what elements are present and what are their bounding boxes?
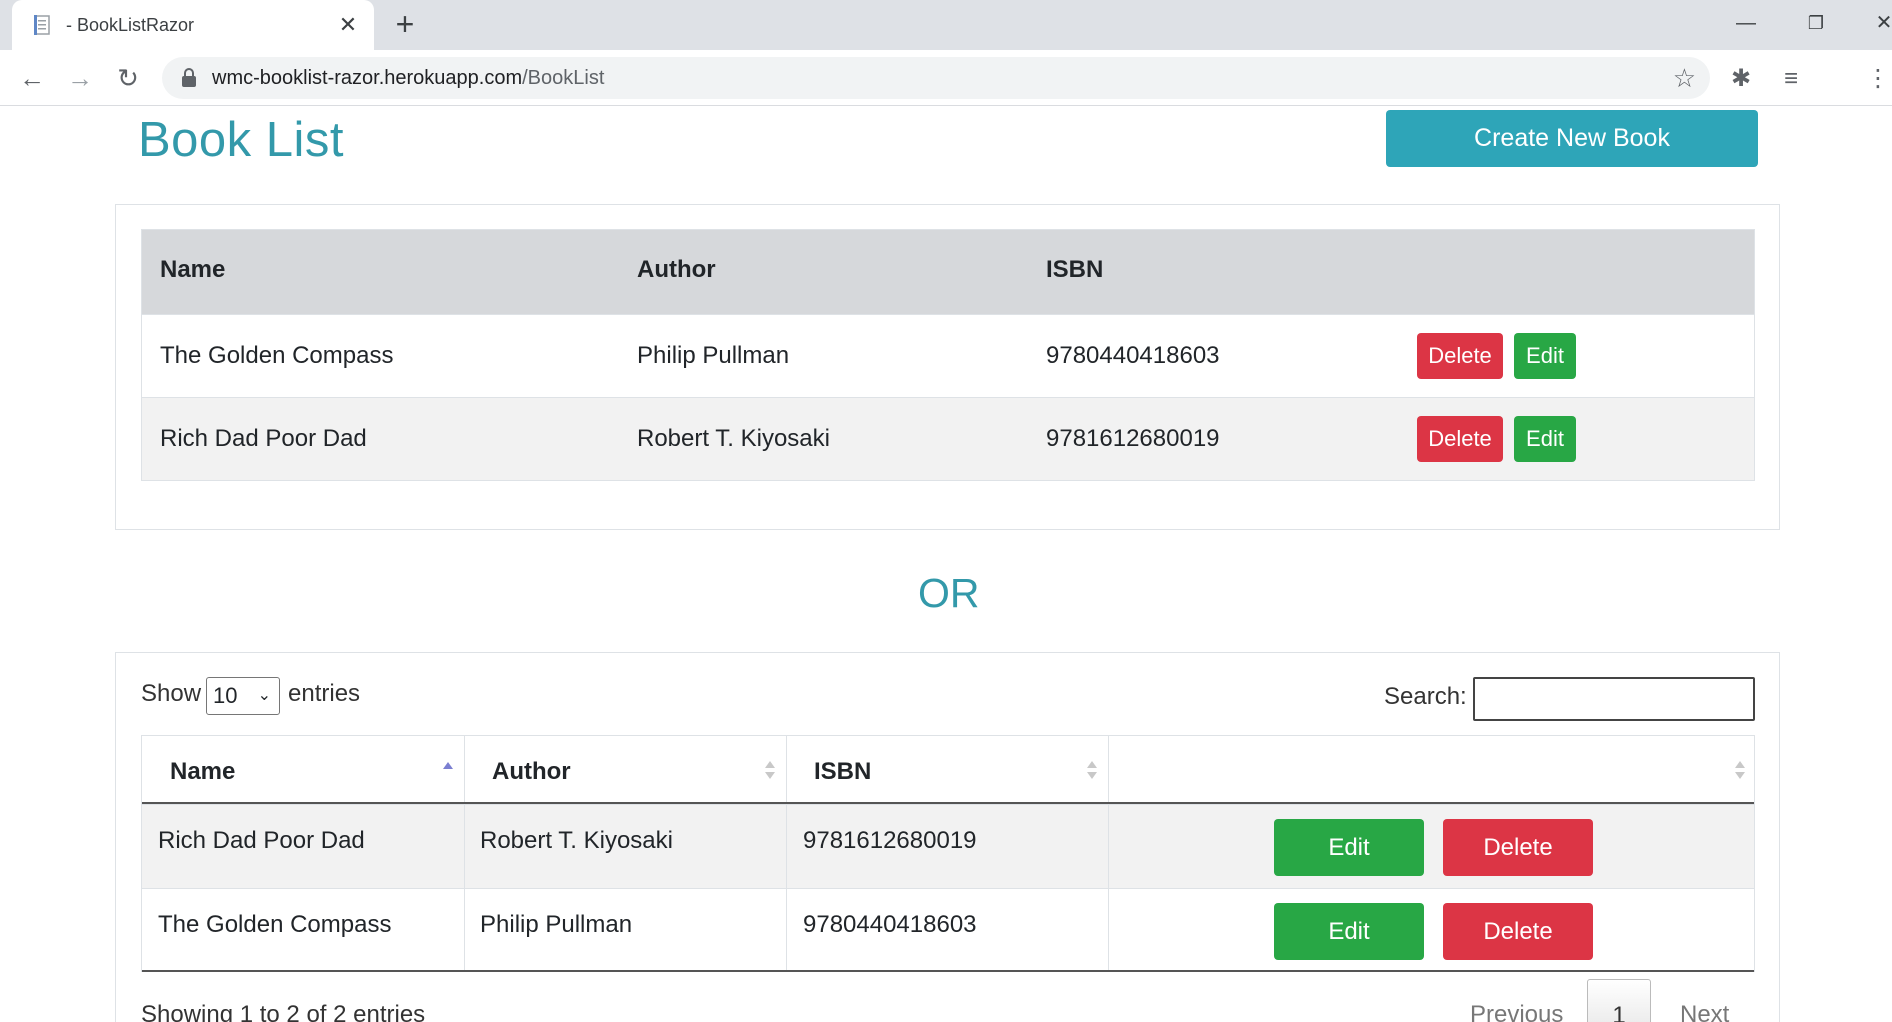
table-info: Showing 1 to 2 of 2 entries xyxy=(141,1001,426,1022)
forward-arrow-icon[interactable]: → xyxy=(62,60,98,96)
delete-button[interactable]: Delete xyxy=(1443,903,1593,960)
search-input[interactable] xyxy=(1473,677,1755,721)
book-isbn: 9781612680019 xyxy=(803,827,977,854)
book-author: Philip Pullman xyxy=(480,911,633,938)
or-separator: OR xyxy=(918,570,980,616)
column-divider xyxy=(464,736,465,802)
sort-both-icon xyxy=(1087,761,1097,779)
book-name: The Golden Compass xyxy=(160,342,394,369)
show-label: Show xyxy=(141,680,202,707)
edit-button[interactable]: Edit xyxy=(1514,333,1576,379)
table-header-row: Name Author ISBN xyxy=(142,736,1754,804)
create-new-book-button[interactable]: Create New Book xyxy=(1386,110,1758,167)
datatable-card: Show 10 ⌄ entries Search: Name Author IS… xyxy=(115,652,1780,1022)
browser-tab[interactable]: - BookListRazor ✕ xyxy=(12,0,374,50)
page-icon xyxy=(34,15,50,35)
table-row: The Golden Compass Philip Pullman 978044… xyxy=(142,888,1754,972)
extensions-puzzle-icon[interactable]: ✱ xyxy=(1724,62,1758,96)
table-header-row: Name Author ISBN xyxy=(142,230,1754,314)
book-name: The Golden Compass xyxy=(158,911,392,938)
media-queue-icon[interactable]: ≡ xyxy=(1774,62,1808,96)
new-tab-plus-icon[interactable]: + xyxy=(388,8,422,42)
edit-button[interactable]: Edit xyxy=(1274,903,1424,960)
delete-button[interactable]: Delete xyxy=(1417,333,1503,379)
book-isbn: 9781612680019 xyxy=(1046,425,1220,452)
column-divider xyxy=(464,889,465,970)
window-close-icon[interactable]: ✕ xyxy=(1864,6,1892,40)
address-bar[interactable]: wmc-booklist-razor.herokuapp.com/BookLis… xyxy=(162,57,1710,99)
page-length-select[interactable]: 10 ⌄ xyxy=(206,677,280,715)
chevron-down-icon: ⌄ xyxy=(257,687,271,704)
browser-toolbar: ← → ↻ wmc-booklist-razor.herokuapp.com/B… xyxy=(0,50,1892,106)
reload-icon[interactable]: ↻ xyxy=(110,60,146,96)
delete-button[interactable]: Delete xyxy=(1417,416,1503,462)
search-label: Search: xyxy=(1384,683,1467,710)
book-isbn: 9780440418603 xyxy=(1046,342,1220,369)
sort-both-icon xyxy=(765,761,775,779)
header-isbn-sortable[interactable]: ISBN xyxy=(814,758,871,786)
book-name: Rich Dad Poor Dad xyxy=(160,425,367,452)
table-row: Rich Dad Poor Dad Robert T. Kiyosaki 978… xyxy=(142,397,1754,480)
more-menu-icon[interactable]: ⋮ xyxy=(1866,62,1890,96)
back-arrow-icon[interactable]: ← xyxy=(14,60,50,96)
book-author: Robert T. Kiyosaki xyxy=(637,425,830,452)
column-divider xyxy=(464,805,465,888)
edit-button[interactable]: Edit xyxy=(1514,416,1576,462)
column-divider xyxy=(1108,736,1109,802)
bookmark-star-icon[interactable]: ☆ xyxy=(1673,63,1696,94)
header-name: Name xyxy=(160,256,226,283)
data-table: Name Author ISBN Rich Dad Poor Dad Rober… xyxy=(141,735,1755,972)
close-tab-icon[interactable]: ✕ xyxy=(334,11,362,39)
book-table-card: Name Author ISBN The Golden Compass Phil… xyxy=(115,204,1780,530)
url-text: wmc-booklist-razor.herokuapp.com/BookLis… xyxy=(212,67,605,89)
book-table: Name Author ISBN The Golden Compass Phil… xyxy=(141,229,1755,481)
column-divider xyxy=(786,889,787,970)
header-name-sortable[interactable]: Name xyxy=(170,758,235,786)
table-row: Rich Dad Poor Dad Robert T. Kiyosaki 978… xyxy=(142,804,1754,888)
delete-button[interactable]: Delete xyxy=(1443,819,1593,876)
book-author: Philip Pullman xyxy=(637,342,790,369)
page-title: Book List xyxy=(138,113,345,167)
edit-button[interactable]: Edit xyxy=(1274,819,1424,876)
lock-icon xyxy=(182,68,196,87)
column-divider xyxy=(1108,805,1109,888)
header-author-sortable[interactable]: Author xyxy=(492,758,571,786)
column-divider xyxy=(786,736,787,802)
column-divider xyxy=(786,805,787,888)
header-isbn: ISBN xyxy=(1046,256,1104,283)
minimize-icon[interactable]: — xyxy=(1726,6,1766,40)
header-author: Author xyxy=(637,256,716,283)
pagination-page-1[interactable]: 1 xyxy=(1587,979,1651,1022)
book-isbn: 9780440418603 xyxy=(803,911,977,938)
pagination-previous[interactable]: Previous xyxy=(1470,1001,1563,1022)
sort-both-icon[interactable] xyxy=(1734,758,1746,782)
sort-asc-icon xyxy=(443,762,453,769)
browser-tab-strip: - BookListRazor ✕ + — ❐ ✕ xyxy=(0,0,1892,50)
restore-icon[interactable]: ❐ xyxy=(1796,6,1836,40)
column-divider xyxy=(1108,889,1109,970)
page-length-value: 10 xyxy=(213,683,238,708)
pagination-next[interactable]: Next xyxy=(1680,1001,1729,1022)
tab-title: - BookListRazor xyxy=(66,15,195,35)
table-row: The Golden Compass Philip Pullman 978044… xyxy=(142,314,1754,397)
book-name: Rich Dad Poor Dad xyxy=(158,827,365,854)
entries-label: entries xyxy=(288,680,361,707)
book-author: Robert T. Kiyosaki xyxy=(480,827,673,854)
